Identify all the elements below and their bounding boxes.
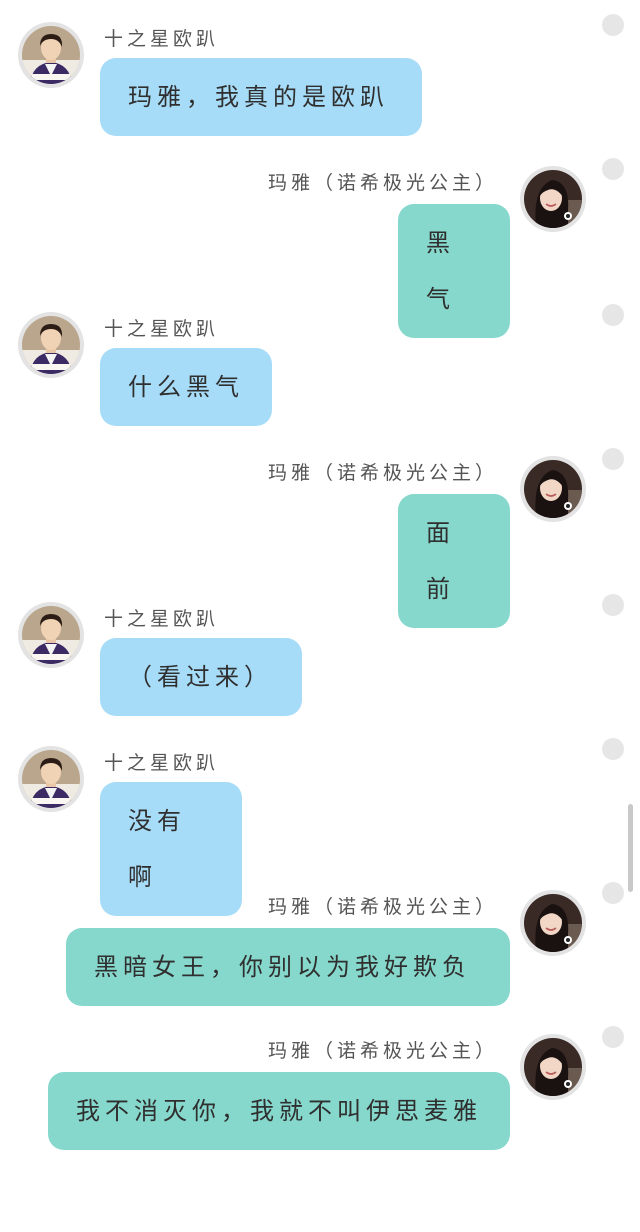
- circle-select-icon[interactable]: [602, 1026, 624, 1048]
- boy-avatar-icon[interactable]: [18, 746, 84, 812]
- circle-select-icon[interactable]: [602, 14, 624, 36]
- message-bubble[interactable]: 黑暗女王，你别以为我好欺负: [66, 928, 510, 1006]
- sender-name: 玛雅（诺希极光公主）: [267, 896, 498, 918]
- circle-select-icon[interactable]: [602, 448, 624, 470]
- message-bubble[interactable]: 玛雅，我真的是欧趴: [100, 58, 422, 136]
- boy-avatar-icon[interactable]: [18, 602, 84, 668]
- girl-avatar-icon[interactable]: [520, 1034, 586, 1100]
- message-bubble[interactable]: 什么黑气: [100, 348, 272, 426]
- message-bubble[interactable]: 面前: [398, 494, 510, 628]
- sender-name: 十之星欧趴: [104, 608, 220, 630]
- sender-name: 十之星欧趴: [104, 318, 220, 340]
- circle-select-icon[interactable]: [602, 882, 624, 904]
- message-bubble[interactable]: （看过来）: [100, 638, 302, 716]
- sender-name: 玛雅（诺希极光公主）: [267, 172, 498, 194]
- girl-avatar-icon[interactable]: [520, 456, 586, 522]
- chat-history: 十之星欧趴 玛雅，我真的是欧趴 玛雅（诺希极光公主） 黑气 十之星欧趴 什么黑气…: [0, 0, 640, 1232]
- sender-name: 玛雅（诺希极光公主）: [267, 1040, 498, 1062]
- girl-avatar-icon[interactable]: [520, 890, 586, 956]
- circle-select-icon[interactable]: [602, 304, 624, 326]
- sender-name: 玛雅（诺希极光公主）: [267, 462, 498, 484]
- circle-select-icon[interactable]: [602, 594, 624, 616]
- boy-avatar-icon[interactable]: [18, 22, 84, 88]
- sender-name: 十之星欧趴: [104, 28, 220, 50]
- sender-name: 十之星欧趴: [104, 752, 220, 774]
- boy-avatar-icon[interactable]: [18, 312, 84, 378]
- message-bubble[interactable]: 我不消灭你，我就不叫伊思麦雅: [48, 1072, 510, 1150]
- circle-select-icon[interactable]: [602, 158, 624, 180]
- message-bubble[interactable]: 没有啊: [100, 782, 242, 916]
- scrollbar[interactable]: [628, 804, 633, 892]
- message-bubble[interactable]: 黑气: [398, 204, 510, 338]
- circle-select-icon[interactable]: [602, 738, 624, 760]
- girl-avatar-icon[interactable]: [520, 166, 586, 232]
